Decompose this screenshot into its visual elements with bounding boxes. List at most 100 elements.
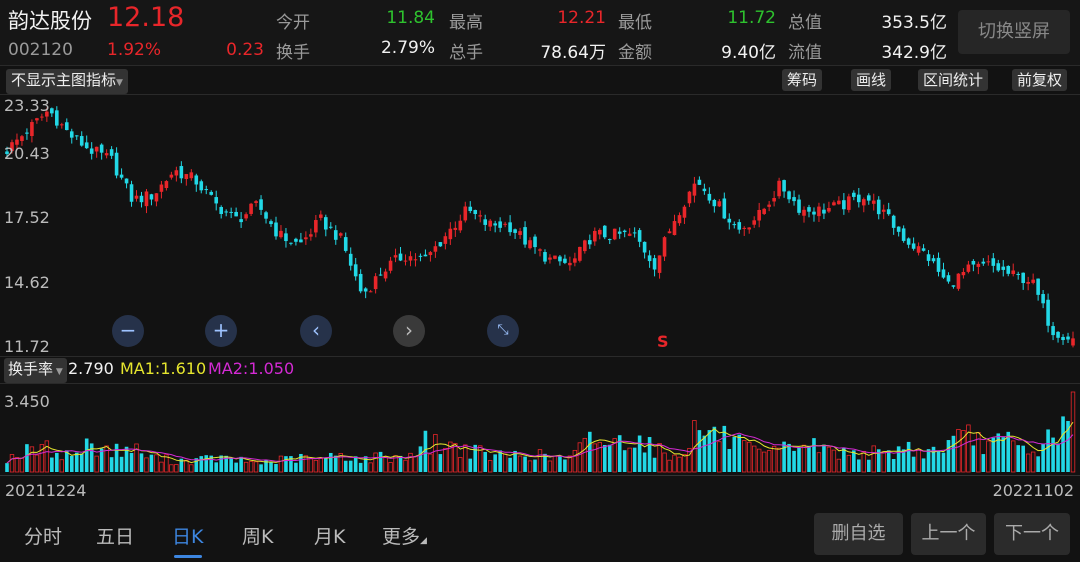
turnover-bar <box>363 456 368 472</box>
turnover-bar <box>104 445 109 473</box>
turnover-bar <box>59 459 64 473</box>
chevron-right-icon[interactable]: › <box>393 315 425 347</box>
candle <box>144 191 149 207</box>
turnover-bar <box>956 428 961 473</box>
turnover-bar <box>5 463 9 472</box>
turnover-bar <box>662 452 667 473</box>
turnover-bar <box>498 450 502 472</box>
candle <box>338 233 343 236</box>
candle <box>916 246 921 253</box>
turnover-bar <box>787 443 791 472</box>
amount-label: 金额 <box>618 43 652 63</box>
candle <box>403 260 408 262</box>
main-indicator-select[interactable]: 不显示主图指标▼ <box>6 69 128 94</box>
chevron-left-icon[interactable]: ‹ <box>300 315 332 347</box>
candle <box>941 269 946 278</box>
candle <box>164 181 169 189</box>
collapse-icon[interactable]: ⤡ <box>487 315 519 347</box>
turnover-bar <box>74 452 79 472</box>
candle <box>697 179 702 185</box>
low-value: 11.72 <box>727 8 776 28</box>
turnover-bar <box>717 441 722 473</box>
start-date: 20211224 <box>5 481 87 500</box>
previous-button[interactable]: 上一个 <box>911 513 986 555</box>
candle <box>328 226 333 228</box>
tab-weekly-k[interactable]: 周K <box>242 522 273 549</box>
candle <box>69 131 74 138</box>
ma2-readout: MA2:1.050 <box>208 359 295 378</box>
turnover-chart[interactable] <box>0 384 1080 476</box>
turnover-bar <box>657 443 662 473</box>
turnover-bar <box>707 430 712 472</box>
candle <box>284 233 288 242</box>
turnover-bar <box>333 455 338 472</box>
turnover-bar <box>792 450 796 472</box>
candlestick-chart[interactable] <box>0 95 1080 355</box>
chips-button[interactable]: 筹码 <box>782 69 823 91</box>
candle <box>637 230 642 242</box>
remove-watchlist-button[interactable]: 删自选 <box>814 513 903 555</box>
mktcap-value: 353.5亿 <box>881 13 947 33</box>
turnover-bar <box>453 443 458 473</box>
turnover-bar <box>547 460 553 473</box>
turnover-bar <box>239 456 243 472</box>
candle <box>632 232 637 234</box>
candle <box>383 271 388 279</box>
candle <box>986 261 991 263</box>
turnover-bar <box>871 445 876 473</box>
candle <box>224 211 228 213</box>
candle <box>792 197 796 202</box>
candle <box>1071 338 1075 346</box>
candle <box>687 191 692 204</box>
turnover-bar <box>44 440 50 473</box>
turnover-bar <box>328 452 333 472</box>
turnover-bar <box>19 457 25 473</box>
turnover-bar <box>134 443 139 473</box>
adjust-button[interactable]: 前复权 <box>1012 69 1068 91</box>
turnover-bar <box>567 455 573 473</box>
turnover-bar <box>1061 416 1065 472</box>
candle <box>1061 336 1065 341</box>
candle <box>159 184 164 192</box>
candle <box>682 206 687 218</box>
candle <box>747 227 752 230</box>
draw-line-button[interactable]: 画线 <box>851 69 892 91</box>
candle <box>911 243 916 249</box>
candle <box>622 230 627 233</box>
candle <box>418 255 423 257</box>
candle <box>234 211 238 217</box>
turnover-bar <box>269 461 273 472</box>
candle <box>433 246 438 252</box>
range-stats-button[interactable]: 区间统计 <box>918 69 989 91</box>
turnover-bar <box>378 451 383 472</box>
candle <box>548 257 552 260</box>
turnover-bar <box>886 450 891 472</box>
turnover-bar <box>398 455 403 472</box>
tab-five-day[interactable]: 五日 <box>96 522 134 549</box>
y-tick: 17.52 <box>4 208 50 227</box>
tab-more[interactable]: 更多◢ <box>382 522 427 549</box>
turnover-bar <box>294 462 298 472</box>
tab-intraday[interactable]: 分时 <box>24 522 62 549</box>
zoom-in-button[interactable]: + <box>205 315 237 347</box>
next-button[interactable]: 下一个 <box>994 513 1070 555</box>
candle <box>1021 272 1025 284</box>
tab-monthly-k[interactable]: 月K <box>314 522 345 549</box>
candle <box>871 200 876 204</box>
candle <box>443 236 448 244</box>
candle <box>837 200 841 205</box>
turnover-bar <box>278 455 284 473</box>
tab-daily-k[interactable]: 日K <box>172 522 203 549</box>
switch-portrait-button[interactable]: 切换竖屏 <box>958 10 1070 54</box>
candle <box>573 258 577 263</box>
turnover-bar <box>906 441 911 472</box>
turnover-bar <box>816 452 822 473</box>
sub-indicator-select[interactable]: 换手率 ▼ <box>4 358 67 383</box>
zoom-out-button[interactable]: − <box>112 315 144 347</box>
y-tick: 11.72 <box>4 337 50 356</box>
candle <box>588 240 592 245</box>
candle <box>677 215 682 224</box>
turnover-bar <box>742 440 747 473</box>
turnover-bar <box>1025 453 1031 473</box>
turnover-bar <box>1070 391 1076 473</box>
